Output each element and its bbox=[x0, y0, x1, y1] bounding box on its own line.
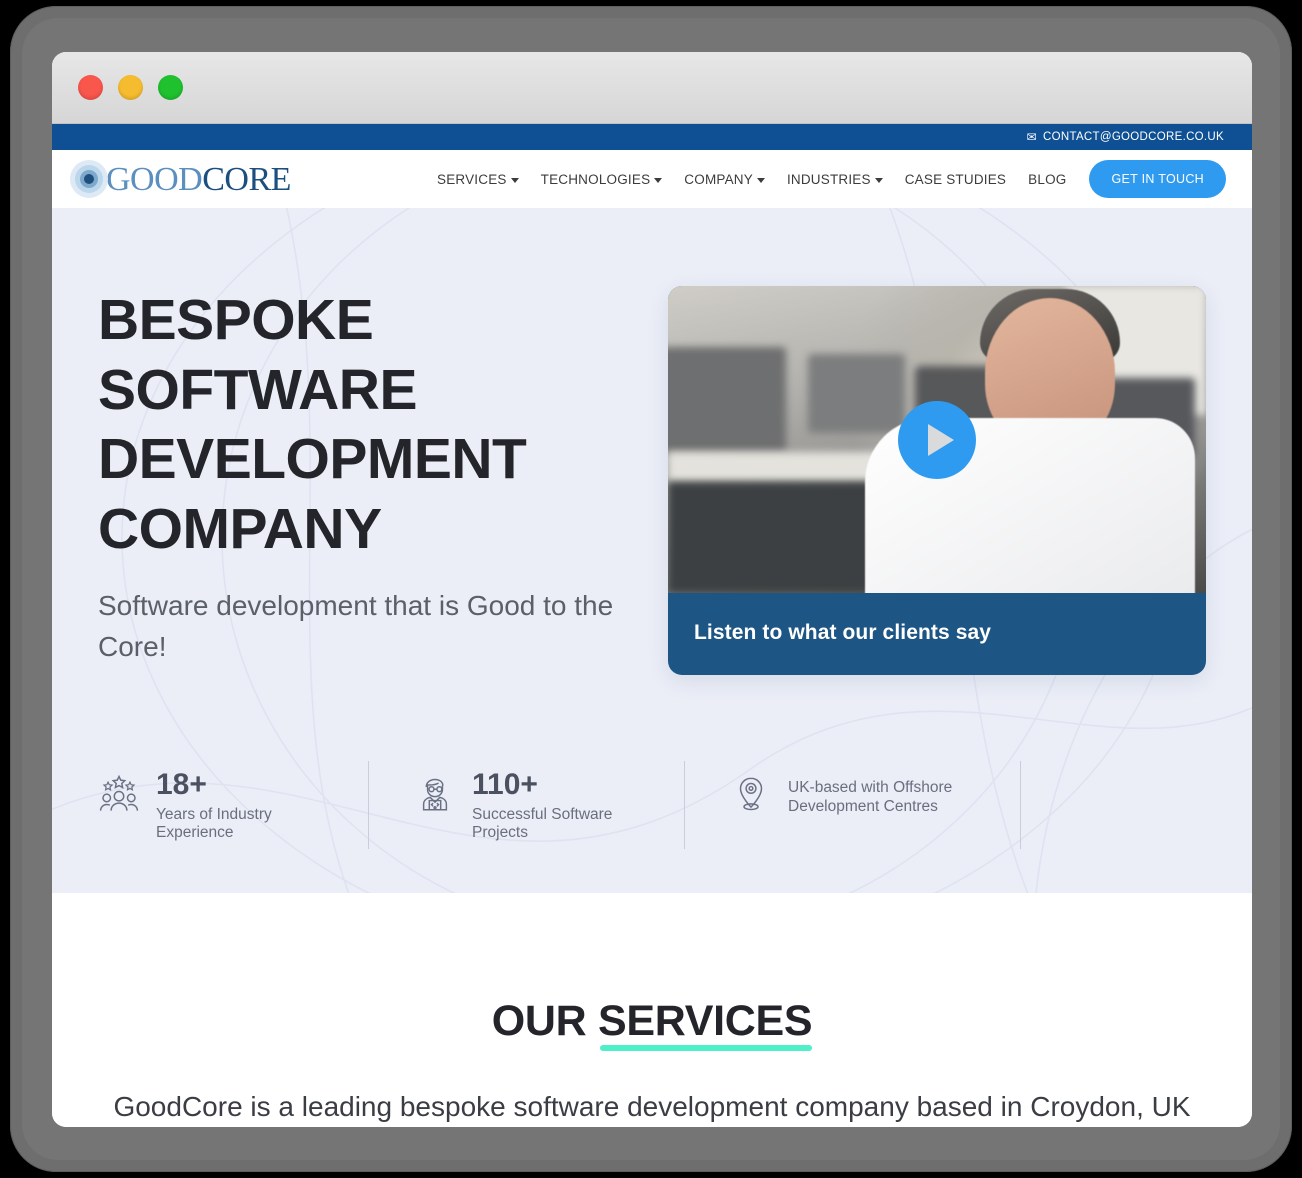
nav-label: INDUSTRIES bbox=[786, 171, 871, 187]
nav-item-blog[interactable]: BLOG bbox=[1017, 172, 1077, 187]
stat-label: Years of Industry Experience bbox=[156, 805, 272, 842]
chevron-down-icon bbox=[874, 177, 883, 183]
developer-at-laptop-icon bbox=[422, 779, 448, 811]
envelope-icon: ✉ bbox=[1026, 130, 1038, 144]
stat-label: UK-based with Offshore Development Centr… bbox=[788, 779, 953, 815]
site-navbar: GOODCORE SERVICES TECHNOLOGIES COMPANY I… bbox=[52, 150, 1252, 208]
hero-section: BESPOKE SOFTWARE DEVELOPMENT COMPANY Sof… bbox=[52, 208, 1252, 893]
browser-window: ✉ CONTACT@GOODCORE.CO.UK GOODCORE SERVIC… bbox=[52, 52, 1252, 1127]
nav-label: SERVICES bbox=[436, 171, 507, 187]
chevron-down-icon bbox=[510, 177, 519, 183]
minimize-window-button[interactable] bbox=[118, 75, 143, 100]
services-section: OUR SERVICES GoodCore is a leading bespo… bbox=[52, 893, 1252, 1127]
hero-title-line: COMPANY bbox=[98, 496, 382, 561]
top-contact-bar: ✉ CONTACT@GOODCORE.CO.UK bbox=[52, 124, 1252, 150]
concentric-circle-eye-icon bbox=[70, 160, 108, 198]
get-in-touch-button[interactable]: GET IN TOUCH bbox=[1089, 160, 1226, 198]
hero-copy: BESPOKE SOFTWARE DEVELOPMENT COMPANY Sof… bbox=[98, 286, 668, 675]
nav-item-services[interactable]: SERVICES bbox=[426, 172, 530, 187]
video-caption: Listen to what our clients say bbox=[694, 621, 992, 644]
stat-successful-projects: 110+ Successful Software Projects bbox=[368, 755, 684, 855]
hero-stats: 18+ Years of Industry Experience 110+ Su… bbox=[52, 755, 1252, 855]
nav-label: COMPANY bbox=[684, 171, 753, 187]
location-pin-icon bbox=[739, 777, 763, 811]
stat-years-experience: 18+ Years of Industry Experience bbox=[98, 755, 368, 855]
hero-title-line: BESPOKE bbox=[98, 288, 374, 352]
chevron-down-icon bbox=[756, 177, 765, 183]
stat-number: 110+ bbox=[472, 768, 538, 802]
nav-label: CASE STUDIES bbox=[904, 171, 1007, 187]
play-button-icon[interactable] bbox=[898, 400, 976, 479]
testimonial-video-card[interactable]: Listen to what our clients say bbox=[668, 286, 1206, 675]
nav-item-technologies[interactable]: TECHNOLOGIES bbox=[530, 172, 674, 187]
browser-titlebar bbox=[52, 52, 1252, 124]
site-logo[interactable]: GOODCORE bbox=[70, 160, 291, 198]
stat-uk-based: UK-based with Offshore Development Centr… bbox=[684, 755, 1020, 855]
services-heading-accent: SERVICES bbox=[598, 997, 813, 1051]
nav-item-case-studies[interactable]: CASE STUDIES bbox=[894, 172, 1017, 187]
hero-title-line: DEVELOPMENT bbox=[98, 427, 527, 492]
hero-title-line: SOFTWARE bbox=[98, 357, 418, 422]
nav-item-company[interactable]: COMPANY bbox=[673, 172, 776, 187]
contact-email-link[interactable]: ✉ CONTACT@GOODCORE.CO.UK bbox=[1027, 131, 1224, 143]
services-heading: OUR SERVICES bbox=[491, 997, 813, 1051]
stat-label: Successful Software Projects bbox=[472, 805, 613, 842]
contact-email-text: CONTACT@GOODCORE.CO.UK bbox=[1043, 131, 1224, 143]
stats-trailing-divider bbox=[1020, 755, 1206, 855]
stat-number: 18+ bbox=[156, 768, 207, 802]
page-title: BESPOKE SOFTWARE DEVELOPMENT COMPANY bbox=[98, 286, 668, 564]
hero-subtitle: Software development that is Good to the… bbox=[98, 590, 614, 662]
close-window-button[interactable] bbox=[78, 75, 103, 100]
logo-text-good: GOOD bbox=[106, 160, 203, 198]
hero-media: Listen to what our clients say bbox=[668, 286, 1206, 675]
people-with-stars-icon bbox=[99, 775, 139, 812]
nav-label: TECHNOLOGIES bbox=[540, 171, 651, 187]
video-thumbnail[interactable] bbox=[668, 286, 1206, 593]
services-heading-plain: OUR bbox=[491, 997, 599, 1045]
nav-label: BLOG bbox=[1028, 171, 1067, 187]
nav-item-industries[interactable]: INDUSTRIES bbox=[776, 172, 894, 187]
services-description: GoodCore is a leading bespoke software d… bbox=[113, 1091, 1191, 1122]
chevron-down-icon bbox=[654, 177, 663, 183]
nav-links: SERVICES TECHNOLOGIES COMPANY INDUSTRIES… bbox=[426, 160, 1226, 198]
maximize-window-button[interactable] bbox=[158, 75, 183, 100]
logo-text-core: CORE bbox=[202, 160, 291, 198]
